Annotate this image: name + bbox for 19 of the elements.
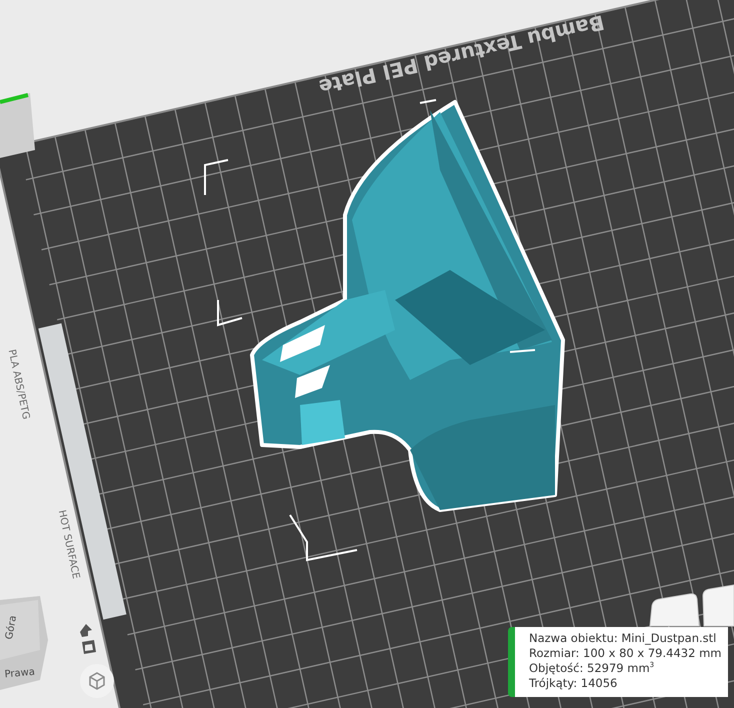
toolbar-button[interactable] [650, 593, 700, 626]
bounding-box-corner [510, 349, 536, 353]
info-text: Trójkąty: 14056 [529, 676, 618, 691]
bounding-box-corner [289, 514, 358, 562]
info-text: Nazwa obiektu: Mini_Dustpan.stl [529, 631, 718, 646]
view-cube-button[interactable] [80, 664, 114, 698]
toolbar-button[interactable] [702, 584, 734, 626]
bounding-box-corner [217, 300, 242, 326]
cube-face-label: Góra [4, 614, 20, 640]
bounding-box-corner [420, 99, 436, 104]
plate-corner-marker [0, 93, 35, 158]
bounding-box-corner [204, 159, 228, 195]
strip-label: HOT SURFACE [56, 509, 82, 580]
view-cube[interactable] [0, 596, 48, 690]
axis-marker [0, 93, 28, 104]
strip-label: PLA ABS/PETG [6, 348, 32, 420]
info-text: Objętość: 52979 mm$^{3}$ [529, 661, 656, 676]
info-text: Rozmiar: 100 x 80 x 79.4432 mm [529, 646, 722, 661]
cube-face-label: Prawa [4, 666, 36, 680]
